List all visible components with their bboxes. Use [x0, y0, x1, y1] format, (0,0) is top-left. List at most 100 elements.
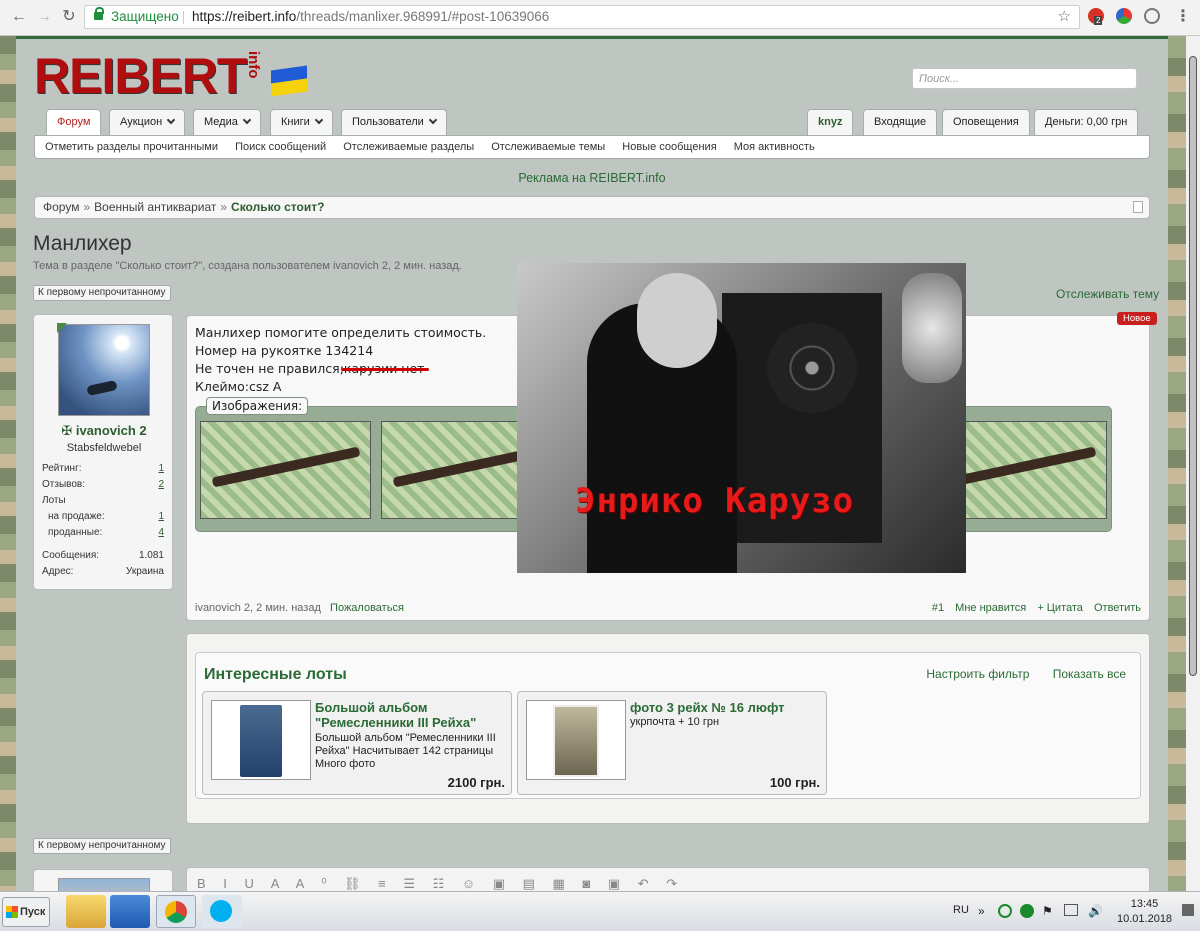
tab-books[interactable]: Книги — [270, 109, 333, 135]
forward-icon[interactable]: → — [35, 8, 53, 26]
lot-description: Большой альбом "Ремесленники III Рейха" … — [315, 732, 496, 770]
network-icon[interactable] — [1064, 904, 1078, 916]
chevron-down-icon — [314, 115, 324, 125]
subnav-search-posts[interactable]: Поиск сообщений — [235, 141, 326, 153]
stat-label: Рейтинг: — [42, 463, 82, 474]
tray-expand-icon[interactable]: » — [978, 904, 985, 918]
page-icon[interactable] — [1133, 201, 1143, 213]
media-player-icon[interactable] — [110, 895, 150, 928]
like-link[interactable]: Мне нравится — [955, 602, 1026, 614]
stat-value[interactable]: 1 — [158, 463, 164, 474]
tab-account[interactable]: knyz — [807, 109, 854, 135]
stat-value[interactable]: 2 — [158, 479, 164, 490]
ukraine-flag-icon — [271, 65, 307, 97]
ad-link[interactable]: Реклама на REIBERT.info — [16, 171, 1168, 185]
camo-background-left — [0, 36, 16, 891]
lot-title[interactable]: Большой альбом "Ремесленники III Рейха" — [315, 700, 505, 730]
post-author-time[interactable]: ivanovich 2, 2 мин. назад — [195, 602, 321, 614]
extension-colorful-icon[interactable] — [1116, 8, 1132, 24]
tray-app-icon[interactable] — [1020, 904, 1034, 918]
chrome-icon[interactable] — [156, 895, 196, 928]
breadcrumb-item[interactable]: Форум — [43, 200, 79, 214]
clock[interactable]: 13:45 10.01.2018 — [1117, 897, 1172, 927]
browser-toolbar: ← → ↻ Защищено https://reibert.info/thre… — [0, 0, 1200, 36]
avatar[interactable] — [58, 878, 150, 891]
extension-circle-icon[interactable] — [1144, 8, 1160, 24]
attachments-label: Изображения: — [206, 397, 309, 415]
notification-icon[interactable] — [1182, 904, 1194, 916]
stat-value[interactable]: 1 — [158, 511, 164, 522]
avatar[interactable] — [58, 324, 150, 416]
first-unread-button[interactable]: К первому непрочитанному — [33, 285, 171, 301]
lot-image[interactable] — [211, 700, 311, 780]
editor-toolbar-icons[interactable]: B I U A A ⁰ ⛓ ≡ ☰ ☷ ☺ ▣ ▤ ▦ ◙ ▣ ↶ ↷ — [197, 876, 684, 891]
stat-label: проданные: — [48, 527, 103, 538]
vase-shape — [902, 273, 962, 383]
tab-label: Книги — [281, 116, 310, 128]
secure-label: Защищено — [111, 9, 179, 24]
flag-icon[interactable]: ⚑ — [1042, 904, 1053, 918]
post-line: Клеймо:csz A — [195, 379, 282, 394]
explorer-icon[interactable] — [66, 895, 106, 928]
caruso-photo: Энрико Карузо — [517, 263, 966, 573]
scrollbar[interactable] — [1186, 36, 1200, 891]
iron-cross-icon: ✠ — [61, 423, 76, 438]
tab-label: knyz — [818, 116, 843, 128]
menu-icon[interactable]: ⋮ — [1174, 8, 1192, 26]
skype-icon[interactable] — [202, 895, 242, 928]
subnav-mark-read[interactable]: Отметить разделы прочитанными — [45, 141, 218, 153]
volume-icon[interactable]: 🔊 — [1088, 904, 1103, 918]
tab-forum[interactable]: Форум — [46, 109, 102, 135]
show-all-link[interactable]: Показать все — [1053, 667, 1126, 681]
reply-link[interactable]: Ответить — [1094, 602, 1141, 614]
back-icon[interactable]: ← — [10, 8, 28, 26]
start-button[interactable]: Пуск — [2, 897, 50, 927]
user-rank: Stabsfeldwebel — [66, 442, 142, 454]
tab-media[interactable]: Медиа — [193, 109, 261, 135]
tab-label: Оповещения — [953, 116, 1019, 128]
chevron-down-icon — [428, 115, 438, 125]
address-bar[interactable]: Защищено https://reibert.info/threads/ma… — [84, 5, 1080, 29]
tab-money[interactable]: Деньги: 0,00 грн — [1034, 109, 1139, 135]
tab-inbox[interactable]: Входящие — [863, 109, 938, 135]
tab-label: Аукцион — [120, 116, 163, 128]
lot-image[interactable] — [526, 700, 626, 780]
subnav-watched-forums[interactable]: Отслеживаемые разделы — [343, 141, 474, 153]
breadcrumb-item[interactable]: Военный антиквариат — [94, 200, 216, 214]
extension-icon[interactable]: 2 — [1088, 8, 1104, 25]
red-underline — [341, 368, 429, 371]
lot-card[interactable]: Большой альбом "Ремесленники III Рейха" … — [202, 691, 512, 795]
page-title: Манлихер — [33, 232, 132, 255]
language-indicator[interactable]: RU — [953, 904, 969, 916]
stat-label: на продаже: — [48, 511, 105, 522]
breadcrumb-current[interactable]: Сколько стоит? — [231, 200, 324, 214]
username-text: ivanovich 2 — [75, 423, 147, 438]
subnav-new-posts[interactable]: Новые сообщения — [622, 141, 716, 153]
quote-link[interactable]: + Цитата — [1037, 602, 1083, 614]
lot-price: 2100 грн. — [447, 775, 505, 790]
stat-value[interactable]: 4 — [158, 527, 164, 538]
site-logo[interactable]: REIBERT — [34, 51, 247, 101]
reload-icon[interactable]: ↻ — [60, 8, 78, 26]
attachment-thumbnail[interactable] — [200, 421, 371, 519]
post-number[interactable]: #1 — [932, 602, 944, 614]
subnav-my-activity[interactable]: Моя активность — [734, 141, 815, 153]
extension-badge: 2 — [1094, 16, 1103, 25]
username[interactable]: ✠ ivanovich 2 — [34, 423, 174, 439]
lot-title[interactable]: фото 3 рейх № 16 люфт — [630, 700, 820, 715]
forum-subnav: Отметить разделы прочитанными Поиск сооб… — [34, 135, 1150, 159]
bookmark-star-icon[interactable]: ☆ — [1058, 6, 1071, 28]
tab-label: Пользователи — [352, 116, 424, 128]
lot-card[interactable]: фото 3 рейх № 16 люфт укрпочта + 10 грн … — [517, 691, 827, 795]
tab-users[interactable]: Пользователи — [341, 109, 447, 135]
first-unread-button-bottom[interactable]: К первому непрочитанному — [33, 838, 171, 854]
tray-app-icon[interactable] — [998, 904, 1012, 918]
tab-auction[interactable]: Аукцион — [109, 109, 186, 135]
filter-link[interactable]: Настроить фильтр — [926, 667, 1029, 681]
post-meta: ivanovich 2, 2 мин. назад Пожаловаться — [195, 602, 404, 614]
report-link[interactable]: Пожаловаться — [330, 602, 404, 614]
tab-alerts[interactable]: Оповещения — [942, 109, 1030, 135]
watch-thread-link[interactable]: Отслеживать тему — [1056, 287, 1159, 301]
search-input[interactable]: Поиск... — [912, 68, 1137, 89]
subnav-watched-threads[interactable]: Отслеживаемые темы — [491, 141, 605, 153]
